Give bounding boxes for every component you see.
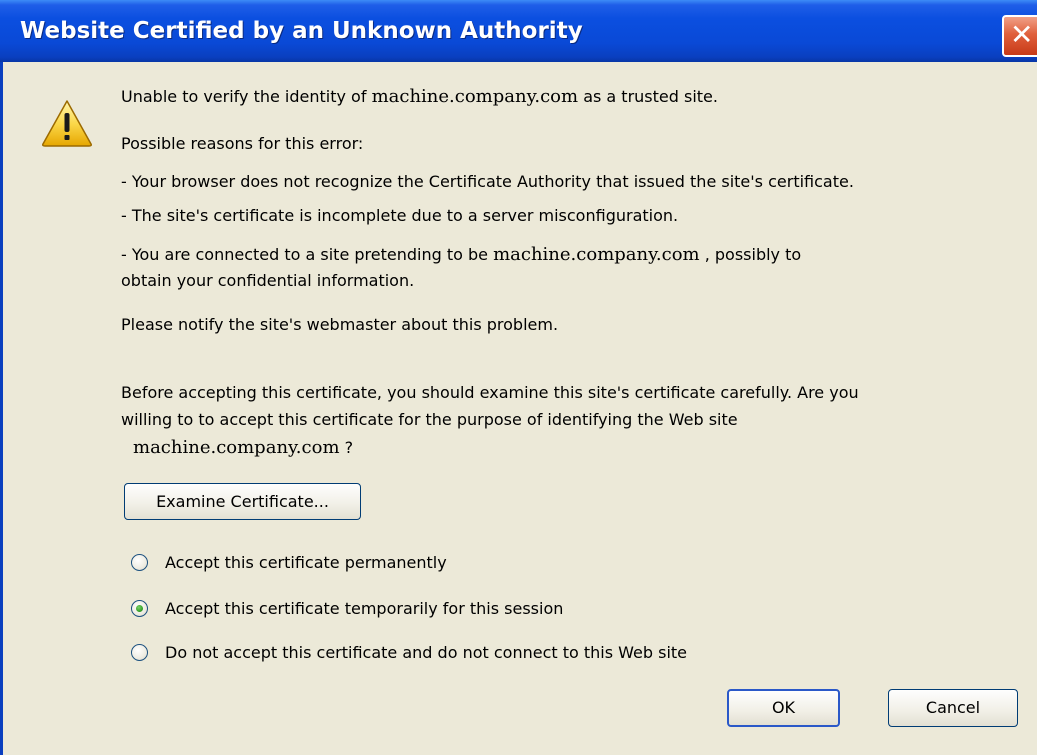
- option-label: Do not accept this certificate and do no…: [165, 642, 688, 662]
- notify-webmaster-text: Please notify the site's webmaster about…: [121, 315, 559, 334]
- site-name: machine.company.com: [371, 86, 579, 107]
- option-reject[interactable]: Do not accept this certificate and do no…: [131, 640, 687, 664]
- reason-incomplete-cert: - The site's certificate is incomplete d…: [121, 206, 679, 225]
- ok-button[interactable]: OK: [727, 689, 840, 727]
- question-line-3: machine.company.com ?: [133, 437, 353, 458]
- close-icon: ✕: [1010, 18, 1034, 51]
- option-accept-temporarily[interactable]: Accept this certificate temporarily for …: [131, 596, 563, 620]
- certificate-dialog: Website Certified by an Unknown Authorit…: [0, 0, 1037, 755]
- identity-message-suffix: as a trusted site.: [583, 87, 718, 106]
- radio-accept-permanently[interactable]: [131, 553, 148, 571]
- examine-certificate-button[interactable]: Examine Certificate...: [124, 483, 361, 520]
- cancel-button[interactable]: Cancel: [888, 689, 1018, 727]
- reason-impersonation-continued: obtain your confidential information.: [121, 271, 415, 290]
- option-accept-permanently[interactable]: Accept this certificate permanently: [131, 550, 447, 574]
- dialog-title: Website Certified by an Unknown Authorit…: [20, 18, 583, 44]
- site-name: machine.company.com: [133, 437, 340, 458]
- radio-reject[interactable]: [131, 643, 148, 661]
- reason-unknown-ca: - Your browser does not recognize the Ce…: [121, 172, 854, 191]
- question-end: ?: [344, 438, 354, 457]
- reason-impersonation: - You are connected to a site pretending…: [121, 244, 801, 265]
- warning-icon: [42, 100, 92, 147]
- title-bar[interactable]: Website Certified by an Unknown Authorit…: [0, 0, 1037, 62]
- reason-impersonation-suffix: , possibly to: [704, 245, 802, 264]
- question-line-2: willing to to accept this certificate fo…: [121, 410, 738, 429]
- question-line-1: Before accepting this certificate, you s…: [121, 383, 859, 402]
- option-label: Accept this certificate permanently: [165, 552, 447, 572]
- reason-impersonation-prefix: - You are connected to a site pretending…: [121, 245, 494, 264]
- reasons-heading: Possible reasons for this error:: [121, 134, 364, 153]
- close-button[interactable]: ✕: [1002, 15, 1037, 57]
- identity-message-prefix: Unable to verify the identity of: [121, 87, 372, 106]
- site-name: machine.company.com: [493, 244, 700, 265]
- identity-message: Unable to verify the identity of machine…: [121, 86, 718, 107]
- radio-accept-temporarily[interactable]: [131, 599, 148, 617]
- option-label: Accept this certificate temporarily for …: [165, 598, 564, 618]
